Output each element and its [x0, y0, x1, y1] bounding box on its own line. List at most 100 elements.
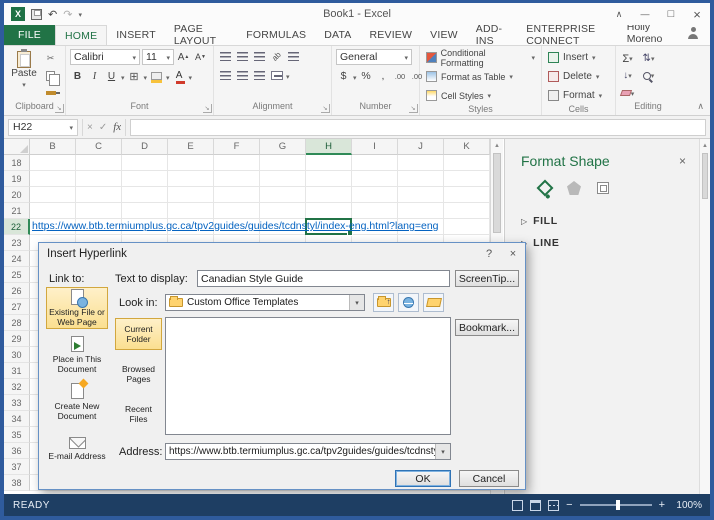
tab-review[interactable]: REVIEW: [361, 25, 422, 45]
screentip-button[interactable]: ScreenTip...: [455, 270, 519, 287]
dialog-titlebar[interactable]: Insert Hyperlink ? ×: [39, 243, 525, 265]
tab-enterprise-connect[interactable]: ENTERPRISE CONNECT: [517, 23, 626, 47]
enter-entry-icon[interactable]: ✓: [99, 122, 107, 133]
dialog-help-icon[interactable]: ?: [477, 244, 501, 264]
delete-cells-button[interactable]: Delete: [546, 68, 611, 85]
scroll-up-icon[interactable]: [491, 139, 503, 152]
orientation-button[interactable]: [269, 49, 284, 64]
fill-color-dropdown-icon[interactable]: [166, 67, 170, 85]
hyperlink-cell-text[interactable]: https://www.btb.termiumplus.gc.ca/tpv2gu…: [32, 220, 439, 232]
close-button[interactable]: [684, 4, 710, 24]
wrap-text-button[interactable]: [286, 49, 301, 64]
page-layout-view-icon[interactable]: [530, 499, 542, 511]
qat-customize-icon[interactable]: [78, 8, 82, 20]
font-color-dropdown-icon[interactable]: [189, 67, 193, 85]
zoom-in-button[interactable]: +: [659, 499, 665, 511]
format-cells-button[interactable]: Format: [546, 87, 611, 104]
pane-scrollbar-thumb[interactable]: [702, 153, 708, 199]
zoom-level[interactable]: 100%: [672, 500, 702, 511]
pane-vertical-scrollbar[interactable]: [699, 139, 710, 494]
browsed-pages-button[interactable]: Browsed Pages: [115, 358, 162, 390]
fill-line-tab-icon[interactable]: [536, 179, 554, 197]
link-to-existing-file-or-web-page[interactable]: Existing File or Web Page: [46, 287, 108, 329]
formula-input[interactable]: [130, 118, 706, 136]
link-to-create-new-document[interactable]: Create New Document: [46, 381, 108, 423]
clipboard-dialog-launcher[interactable]: [55, 104, 64, 113]
text-to-display-input[interactable]: Canadian Style Guide: [197, 270, 450, 287]
underline-dropdown-icon[interactable]: [121, 67, 125, 85]
merge-center-button[interactable]: [269, 68, 284, 83]
sort-filter-button[interactable]: [641, 51, 656, 66]
borders-dropdown-icon[interactable]: [144, 67, 148, 85]
conditional-formatting-button[interactable]: Conditional Formatting: [424, 48, 537, 68]
number-format-combo[interactable]: General: [336, 49, 412, 65]
decrease-font-size-button[interactable]: [193, 50, 208, 65]
alignment-dialog-launcher[interactable]: [321, 104, 330, 113]
autosum-button[interactable]: Σ: [620, 51, 635, 66]
bottom-align-button[interactable]: [252, 49, 267, 64]
tab-add-ins[interactable]: ADD-INS: [467, 23, 517, 47]
format-painter-button[interactable]: [43, 85, 60, 100]
browse-for-file-button[interactable]: [423, 293, 444, 312]
look-in-combo[interactable]: Custom Office Templates: [165, 294, 365, 311]
find-select-button[interactable]: [641, 68, 656, 83]
collapse-ribbon-icon[interactable]: [697, 101, 704, 112]
font-color-button[interactable]: A: [172, 69, 187, 84]
paste-button[interactable]: Paste: [8, 49, 40, 101]
number-dialog-launcher[interactable]: [409, 104, 418, 113]
ribbon-display-options-icon[interactable]: [606, 4, 632, 24]
insert-function-icon[interactable]: fx: [113, 121, 121, 133]
maximize-button[interactable]: [658, 4, 684, 24]
grid-scrollbar-thumb[interactable]: [493, 153, 501, 233]
redo-icon[interactable]: [63, 8, 72, 21]
tab-home[interactable]: HOME: [54, 25, 108, 45]
pane-scroll-up-icon[interactable]: [700, 139, 710, 152]
effects-tab-icon[interactable]: [567, 181, 581, 195]
increase-decimal-button[interactable]: .00: [393, 69, 408, 84]
recent-files-button[interactable]: Recent Files: [115, 398, 162, 430]
cell-styles-button[interactable]: Cell Styles: [424, 87, 537, 104]
minimize-button[interactable]: [632, 4, 658, 24]
section-line[interactable]: LINE: [521, 237, 710, 249]
copy-button[interactable]: [43, 68, 60, 86]
up-one-folder-button[interactable]: [373, 293, 394, 312]
cancel-button[interactable]: Cancel: [459, 470, 519, 487]
size-properties-tab-icon[interactable]: [597, 182, 609, 194]
center-button[interactable]: [235, 68, 250, 83]
middle-align-button[interactable]: [235, 49, 250, 64]
dialog-close-icon[interactable]: ×: [501, 244, 525, 264]
underline-button[interactable]: U: [104, 69, 119, 84]
file-list-box[interactable]: [165, 317, 451, 435]
insert-cells-button[interactable]: Insert: [546, 49, 611, 66]
percent-style-button[interactable]: %: [359, 69, 374, 84]
fill-button[interactable]: [620, 68, 635, 83]
undo-icon[interactable]: [48, 8, 57, 21]
fill-color-button[interactable]: [149, 69, 164, 84]
borders-button[interactable]: [127, 69, 142, 84]
align-right-button[interactable]: [252, 68, 267, 83]
increase-font-size-button[interactable]: [176, 50, 191, 65]
tab-data[interactable]: DATA: [315, 25, 360, 45]
tab-view[interactable]: VIEW: [421, 25, 467, 45]
ok-button[interactable]: OK: [395, 470, 451, 487]
link-to-place-in-this-document[interactable]: Place in This Document: [46, 334, 108, 376]
cut-button[interactable]: [43, 51, 58, 66]
tab-formulas[interactable]: FORMULAS: [237, 25, 315, 45]
zoom-slider[interactable]: [579, 500, 652, 510]
font-name-combo[interactable]: Calibri: [70, 49, 140, 65]
link-to-e-mail-address[interactable]: E-mail Address: [46, 428, 108, 470]
merge-center-dropdown-icon[interactable]: [286, 66, 290, 84]
bold-button[interactable]: B: [70, 69, 85, 84]
tab-insert[interactable]: INSERT: [107, 25, 165, 45]
address-combo[interactable]: https://www.btb.termiumplus.gc.ca/tpv2gu…: [165, 443, 451, 460]
align-left-button[interactable]: [218, 68, 233, 83]
zoom-slider-handle[interactable]: [615, 500, 620, 510]
browse-the-web-button[interactable]: [398, 293, 419, 312]
clear-button[interactable]: [619, 86, 635, 101]
page-break-view-icon[interactable]: [548, 499, 560, 511]
italic-button[interactable]: I: [87, 69, 102, 84]
cancel-entry-icon[interactable]: ×: [87, 122, 93, 133]
look-in-dropdown-icon[interactable]: [349, 295, 364, 310]
bookmark-button[interactable]: Bookmark...: [455, 319, 519, 336]
section-fill[interactable]: FILL: [521, 215, 710, 227]
